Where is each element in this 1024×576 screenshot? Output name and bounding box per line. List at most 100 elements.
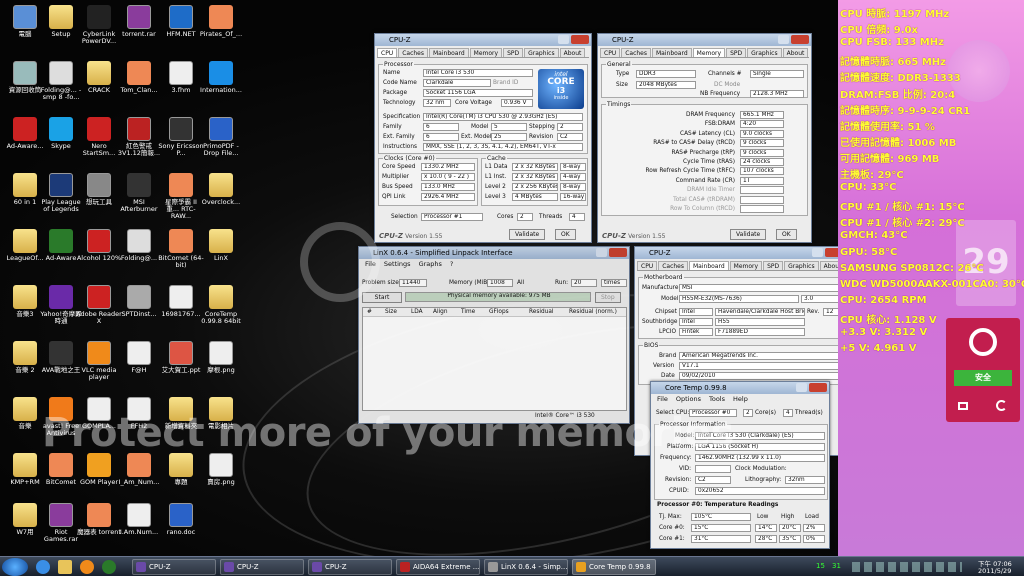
close-button[interactable] — [571, 35, 589, 44]
close-button[interactable] — [791, 35, 809, 44]
tray-temp-2[interactable]: 31 — [832, 562, 841, 570]
title-bar[interactable]: CPU-Z — [635, 247, 845, 259]
minimize-button[interactable] — [596, 248, 607, 257]
column-header[interactable]: Align — [433, 309, 448, 315]
processor-select[interactable]: Processor #1 — [421, 213, 483, 221]
column-header[interactable]: Residual (norm.) — [569, 309, 617, 315]
cpu-select[interactable]: Processor #0 — [689, 409, 737, 417]
coretemp-window[interactable]: Core Temp 0.99.8 File Options Tools Help… — [650, 381, 830, 549]
desktop-icon[interactable]: I.Am.Num... — [116, 500, 162, 556]
tab-graphics[interactable]: Graphics — [524, 48, 559, 57]
ok-button[interactable]: OK — [776, 229, 797, 240]
desktop-icon[interactable]: CoreTemp 0.99.8 64bit — [198, 282, 244, 338]
column-header[interactable]: Residual — [529, 309, 553, 315]
quicklaunch-explorer-icon[interactable] — [58, 560, 72, 574]
column-header[interactable]: LDA — [411, 309, 423, 315]
column-header[interactable]: Time — [461, 309, 475, 315]
minimize-button[interactable] — [812, 248, 823, 257]
linx-window[interactable]: LinX 0.6.4 - Simplified Linpack Interfac… — [358, 246, 630, 424]
stop-button[interactable]: Stop — [595, 292, 621, 303]
tab-mainboard[interactable]: Mainboard — [652, 48, 692, 57]
tab-memory[interactable]: Memory — [692, 48, 726, 57]
tab-caches[interactable]: Caches — [658, 261, 688, 270]
quicklaunch-app-icon[interactable] — [102, 560, 116, 574]
taskbar-item-cpuz-2[interactable]: CPU-Z — [220, 559, 304, 575]
menu-options[interactable]: Options — [676, 394, 701, 404]
tab-caches[interactable]: Caches — [398, 48, 428, 57]
menu-graphs[interactable]: Graphs — [419, 259, 442, 269]
ok-button[interactable]: OK — [555, 229, 576, 240]
quicklaunch-ie-icon[interactable] — [36, 560, 50, 574]
tab-memory[interactable]: Memory — [469, 48, 503, 57]
desktop-icon[interactable]: 摩根.png — [198, 338, 244, 394]
taskbar-item-aida64[interactable]: AIDA64 Extreme ... — [396, 559, 480, 575]
memory-input[interactable]: 1008 — [487, 279, 513, 287]
tab-cpu[interactable]: CPU — [600, 48, 621, 57]
title-bar[interactable]: CPU-Z — [598, 34, 811, 46]
run-input[interactable]: 20 — [571, 279, 597, 287]
column-header[interactable]: Size — [385, 309, 397, 315]
menu-tools[interactable]: Tools — [709, 394, 725, 404]
tab-spd[interactable]: SPD — [726, 48, 747, 57]
taskbar-item-coretemp[interactable]: Core Temp 0.99.8 — [572, 559, 656, 575]
minimize-button[interactable] — [558, 35, 569, 44]
tab-spd[interactable]: SPD — [763, 261, 784, 270]
desktop-icon[interactable]: F@H — [116, 338, 162, 394]
tray-temp-1[interactable]: 15 — [816, 562, 825, 570]
menu-file[interactable]: File — [657, 394, 668, 404]
desktop-icon[interactable]: 賣房.png — [198, 450, 244, 506]
menu-settings[interactable]: Settings — [384, 259, 411, 269]
desktop-icon[interactable]: Pirates_Of_... — [198, 2, 244, 58]
title-bar[interactable]: LinX 0.6.4 - Simplified Linpack Interfac… — [359, 247, 629, 259]
tab-graphics[interactable]: Graphics — [784, 261, 819, 270]
tab-cpu[interactable]: CPU — [377, 48, 398, 57]
start-button[interactable] — [2, 558, 28, 576]
menu-help[interactable]: Help — [733, 394, 748, 404]
tab-cpu[interactable]: CPU — [637, 261, 658, 270]
cpuz-cpu-window[interactable]: CPU-Z CPU Caches Mainboard Memory SPD Gr… — [374, 33, 592, 243]
tab-memory[interactable]: Memory — [729, 261, 763, 270]
title-bar[interactable]: CPU-Z — [375, 34, 591, 46]
close-button[interactable] — [609, 248, 627, 257]
title-bar[interactable]: Core Temp 0.99.8 — [651, 382, 829, 394]
desktop-icon[interactable]: SPTDinst... — [116, 282, 162, 338]
all-checkbox-label[interactable]: All — [517, 280, 524, 286]
start-button[interactable]: Start — [362, 292, 402, 303]
desktop-icon[interactable]: MSI Afterburner — [116, 170, 162, 226]
desktop-icon[interactable]: Tom_Clan... — [116, 58, 162, 114]
desktop-icon[interactable]: Folding@... — [116, 226, 162, 282]
column-header[interactable]: # — [367, 309, 372, 315]
tab-about[interactable]: About — [782, 48, 809, 57]
clock-date[interactable]: 2011/5/29 — [978, 567, 1011, 575]
desktop-icon[interactable]: Internation... — [198, 58, 244, 114]
tab-caches[interactable]: Caches — [621, 48, 651, 57]
cpuz-memory-window[interactable]: CPU-Z CPU Caches Mainboard Memory SPD Gr… — [597, 33, 812, 243]
desktop-icon[interactable]: FFH2 — [116, 394, 162, 450]
refresh-icon[interactable] — [996, 400, 1007, 411]
tab-mainboard[interactable]: Mainboard — [689, 261, 729, 270]
column-header[interactable]: GFlops — [489, 309, 509, 315]
taskbar-item-cpuz-3[interactable]: CPU-Z — [308, 559, 392, 575]
problem-size-input[interactable]: 11440 — [399, 279, 427, 287]
desktop-icon[interactable]: 電影相片 — [198, 394, 244, 450]
menu-file[interactable]: File — [365, 259, 376, 269]
minimize-button[interactable] — [796, 383, 807, 392]
times-select[interactable]: times — [601, 279, 627, 287]
tab-mainboard[interactable]: Mainboard — [429, 48, 469, 57]
taskbar-item-linx[interactable]: LinX 0.6.4 - Simp... — [484, 559, 568, 575]
desktop-icon[interactable]: torrent.rar — [116, 2, 162, 58]
desktop-icon[interactable]: 紅色警戒 3V1.12簡報... — [116, 114, 162, 170]
desktop-icon[interactable]: LinX — [198, 226, 244, 282]
close-button[interactable] — [809, 383, 827, 392]
window-icon[interactable] — [958, 402, 968, 410]
minimize-button[interactable] — [778, 35, 789, 44]
desktop-icon[interactable]: rano.doc — [158, 500, 204, 556]
validate-button[interactable]: Validate — [509, 229, 546, 240]
tab-spd[interactable]: SPD — [503, 48, 524, 57]
quicklaunch-media-icon[interactable] — [80, 560, 94, 574]
desktop-icon[interactable]: PrimoPDF - Drop File... — [198, 114, 244, 170]
tab-about[interactable]: About — [559, 48, 586, 57]
menu-help[interactable]: ? — [450, 259, 453, 269]
validate-button[interactable]: Validate — [730, 229, 767, 240]
desktop-icon[interactable]: I_Am_Num... — [116, 450, 162, 506]
